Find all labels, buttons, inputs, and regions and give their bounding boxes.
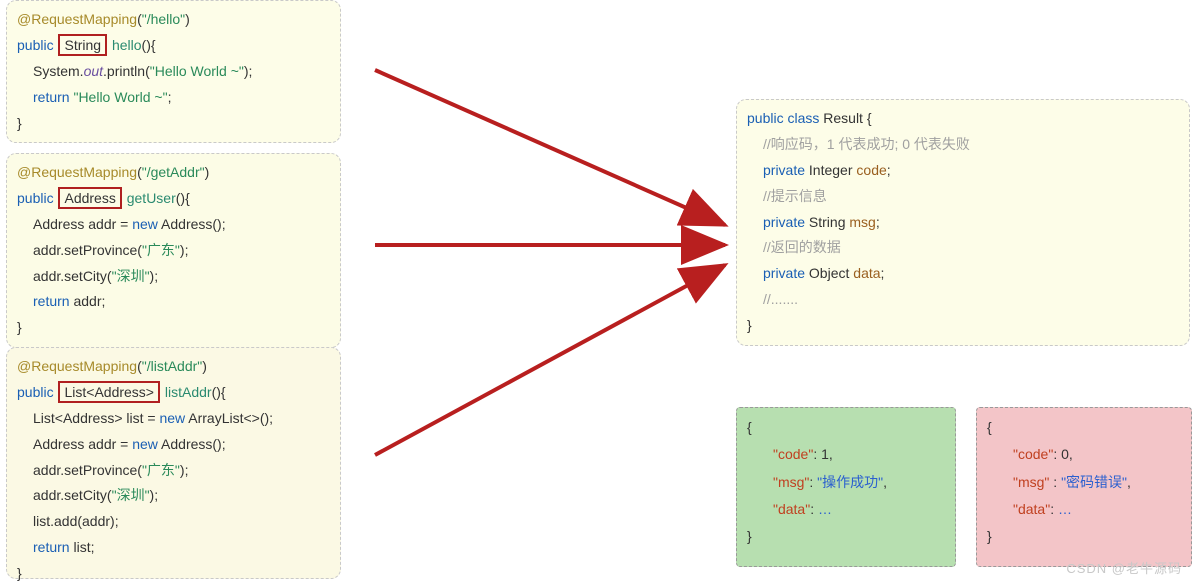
code-line: public Address getUser(){ bbox=[17, 186, 330, 212]
code-line: System.out.println("Hello World ~"); bbox=[17, 59, 330, 85]
code-block-listaddr: @RequestMapping("/listAddr") public List… bbox=[6, 347, 341, 579]
json-line: } bbox=[747, 523, 945, 550]
code-line: public String hello(){ bbox=[17, 33, 330, 59]
json-sample-success: { "code": 1, "msg": "操作成功", "data": … } bbox=[736, 407, 956, 567]
code-line: Address addr = new Address(); bbox=[17, 432, 330, 458]
code-line: return "Hello World ~"; bbox=[17, 85, 330, 111]
json-sample-error: { "code": 0, "msg" : "密码错误", "data": … } bbox=[976, 407, 1192, 567]
code-line: addr.setProvince("广东"); bbox=[17, 458, 330, 484]
code-line: } bbox=[17, 561, 330, 587]
code-comment: //提示信息 bbox=[747, 184, 1179, 210]
code-comment: //返回的数据 bbox=[747, 235, 1179, 261]
return-type-highlight: Address bbox=[58, 187, 121, 209]
json-line: } bbox=[987, 523, 1181, 550]
arrow-icon bbox=[375, 70, 725, 225]
code-line: addr.setCity("深圳"); bbox=[17, 264, 330, 290]
return-type-highlight: String bbox=[58, 34, 107, 56]
json-line: "msg": "操作成功", bbox=[747, 469, 945, 496]
code-line: addr.setCity("深圳"); bbox=[17, 483, 330, 509]
return-type-highlight: List<Address> bbox=[58, 381, 160, 403]
json-line: "data": … bbox=[747, 496, 945, 523]
code-line: private Object data; bbox=[747, 261, 1179, 287]
code-line: } bbox=[17, 111, 330, 137]
code-block-getaddr: @RequestMapping("/getAddr") public Addre… bbox=[6, 153, 341, 348]
code-block-result-class: public class Result { //响应码，1 代表成功; 0 代表… bbox=[736, 99, 1190, 346]
code-line: @RequestMapping("/listAddr") bbox=[17, 354, 330, 380]
code-line: private String msg; bbox=[747, 210, 1179, 236]
code-line: Address addr = new Address(); bbox=[17, 212, 330, 238]
code-line: public class Result { bbox=[747, 106, 1179, 132]
code-line: return list; bbox=[17, 535, 330, 561]
json-line: "msg" : "密码错误", bbox=[987, 469, 1181, 496]
code-comment: //响应码，1 代表成功; 0 代表失败 bbox=[747, 132, 1179, 158]
json-line: "code": 1, bbox=[747, 441, 945, 468]
code-line: addr.setProvince("广东"); bbox=[17, 238, 330, 264]
json-line: "data": … bbox=[987, 496, 1181, 523]
code-line: List<Address> list = new ArrayList<>(); bbox=[17, 406, 330, 432]
code-line: private Integer code; bbox=[747, 158, 1179, 184]
json-line: { bbox=[987, 414, 1181, 441]
json-line: "code": 0, bbox=[987, 441, 1181, 468]
code-line: @RequestMapping("/hello") bbox=[17, 7, 330, 33]
code-line: } bbox=[17, 315, 330, 341]
code-line: return addr; bbox=[17, 289, 330, 315]
json-line: { bbox=[747, 414, 945, 441]
code-comment: //....... bbox=[747, 287, 1179, 313]
code-line: @RequestMapping("/getAddr") bbox=[17, 160, 330, 186]
code-line: } bbox=[747, 313, 1179, 339]
watermark: CSDN @老牛源码 bbox=[1066, 558, 1182, 577]
code-block-hello: @RequestMapping("/hello") public String … bbox=[6, 0, 341, 143]
code-line: public List<Address> listAddr(){ bbox=[17, 380, 330, 406]
code-line: list.add(addr); bbox=[17, 509, 330, 535]
arrow-icon bbox=[375, 265, 725, 455]
